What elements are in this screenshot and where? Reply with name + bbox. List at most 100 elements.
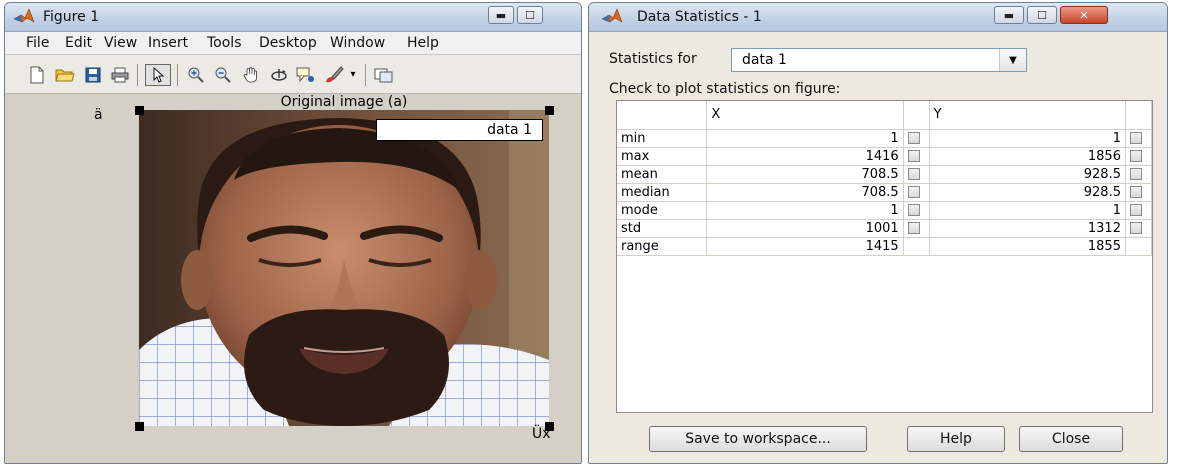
menu-window[interactable]: Window [330, 35, 385, 51]
save-icon[interactable] [82, 64, 104, 86]
table-row: median 708.5 928.5 [617, 183, 1153, 202]
plot-checkbox[interactable] [907, 132, 920, 144]
y-value: 1856 [929, 147, 1126, 166]
x-value: 1001 [706, 219, 904, 238]
legend-entry: data 1 [487, 122, 532, 138]
x-value: 1416 [706, 147, 904, 166]
chevron-down-icon[interactable]: ▼ [999, 49, 1026, 71]
minimize-button[interactable]: ▬ [994, 6, 1024, 24]
row-label: min [617, 129, 708, 148]
y-value: 1312 [929, 219, 1126, 238]
pan-hand-icon[interactable] [240, 64, 262, 86]
plot-checkbox[interactable] [1129, 186, 1142, 198]
table-row: max 1416 1856 [617, 147, 1153, 166]
plot-checkbox[interactable] [907, 150, 920, 162]
original-image[interactable] [139, 110, 549, 426]
y-axis-label: ä [94, 107, 103, 123]
open-folder-icon[interactable] [54, 64, 76, 86]
y-value: 928.5 [929, 183, 1126, 202]
toolbar-separator [365, 64, 366, 86]
plot-checkbox[interactable] [907, 186, 920, 198]
plot-title: Original image (a) [280, 94, 408, 110]
menu-help[interactable]: Help [407, 35, 439, 51]
y-value: 1 [929, 201, 1126, 220]
plot-checkbox[interactable] [907, 204, 920, 216]
close-button[interactable]: Close [1019, 426, 1123, 452]
selection-handle[interactable] [135, 422, 144, 431]
plot-checkbox[interactable] [1129, 204, 1142, 216]
row-label: std [617, 219, 708, 238]
table-row: mode 1 1 [617, 201, 1153, 220]
row-label: mode [617, 201, 708, 220]
figure-menubar: File Edit View Insert Tools Desktop Wind… [5, 32, 581, 55]
pointer-icon[interactable] [145, 64, 171, 86]
table-row: std 1001 1312 [617, 219, 1153, 238]
x-value: 1 [706, 201, 904, 220]
maximize-button[interactable]: ☐ [517, 6, 543, 24]
stats-title: Data Statistics - 1 [637, 9, 762, 25]
close-icon: ✕ [1079, 8, 1089, 22]
table-row: min 1 1 [617, 129, 1153, 148]
x-axis-label: Üx [532, 426, 551, 442]
stats-titlebar[interactable]: Data Statistics - 1 ▬ ☐ ✕ [589, 3, 1167, 32]
data-select[interactable]: data 1 ▼ [731, 48, 1027, 72]
plot-checkbox[interactable] [1129, 150, 1142, 162]
menu-tools[interactable]: Tools [207, 35, 242, 51]
row-label: mean [617, 165, 708, 184]
plot-checkbox[interactable] [1129, 132, 1142, 144]
x-value: 708.5 [706, 183, 904, 202]
toolbar-separator [137, 64, 138, 86]
check-instructions: Check to plot statistics on figure: [609, 81, 841, 97]
column-header-y: Y [929, 101, 1126, 130]
plot-checkbox[interactable] [907, 168, 920, 180]
y-value: 928.5 [929, 165, 1126, 184]
statistics-table: X Y min 1 1 max 1416 1856 mean 708.5 928… [616, 100, 1153, 413]
row-label: median [617, 183, 708, 202]
new-file-icon[interactable] [26, 64, 48, 86]
figure-title: Figure 1 [43, 9, 100, 25]
table-row: range 1415 1855 [617, 237, 1153, 256]
dropdown-arrow-icon[interactable]: ▾ [347, 64, 359, 86]
zoom-out-icon[interactable] [212, 64, 234, 86]
data-cursor-icon[interactable] [295, 64, 317, 86]
help-button[interactable]: Help [907, 426, 1005, 452]
selection-handle[interactable] [545, 106, 554, 115]
rotate-3d-icon[interactable] [268, 64, 290, 86]
print-icon[interactable] [109, 64, 131, 86]
column-header-x: X [706, 101, 904, 130]
y-value: 1855 [929, 237, 1126, 256]
y-value: 1 [929, 129, 1126, 148]
legend-box[interactable]: data 1 [376, 119, 543, 141]
statistics-for-label: Statistics for [609, 51, 697, 67]
matlab-logo-icon [13, 8, 35, 23]
minimize-icon: ▬ [1003, 8, 1015, 22]
figure-toolbar: ▾ [5, 55, 581, 94]
data-statistics-window: Data Statistics - 1 ▬ ☐ ✕ Statistics for… [588, 2, 1168, 464]
menu-insert[interactable]: Insert [148, 35, 188, 51]
maximize-icon: ☐ [1037, 8, 1047, 22]
table-row: mean 708.5 928.5 [617, 165, 1153, 184]
row-label: max [617, 147, 708, 166]
minimize-button[interactable]: ▬ [488, 6, 514, 24]
plot-checkbox[interactable] [1129, 168, 1142, 180]
toolbar-separator [177, 64, 178, 86]
menu-file[interactable]: File [26, 35, 49, 51]
close-window-button[interactable]: ✕ [1060, 6, 1108, 24]
zoom-in-icon[interactable] [185, 64, 207, 86]
maximize-button[interactable]: ☐ [1027, 6, 1057, 24]
plot-checkbox[interactable] [907, 222, 920, 234]
selection-handle[interactable] [135, 106, 144, 115]
row-label: range [617, 237, 708, 256]
minimize-icon: ▬ [495, 8, 507, 22]
menu-desktop[interactable]: Desktop [259, 35, 317, 51]
plot-checkbox[interactable] [1129, 222, 1142, 234]
figure-titlebar[interactable]: Figure 1 ▬ ☐ [5, 3, 581, 32]
maximize-icon: ☐ [525, 8, 535, 22]
menu-view[interactable]: View [104, 35, 137, 51]
save-to-workspace-button[interactable]: Save to workspace... [649, 426, 867, 452]
link-plot-icon[interactable] [373, 64, 395, 86]
data-select-value: data 1 [742, 52, 787, 68]
x-value: 708.5 [706, 165, 904, 184]
menu-edit[interactable]: Edit [65, 35, 92, 51]
brush-icon[interactable] [323, 64, 345, 86]
